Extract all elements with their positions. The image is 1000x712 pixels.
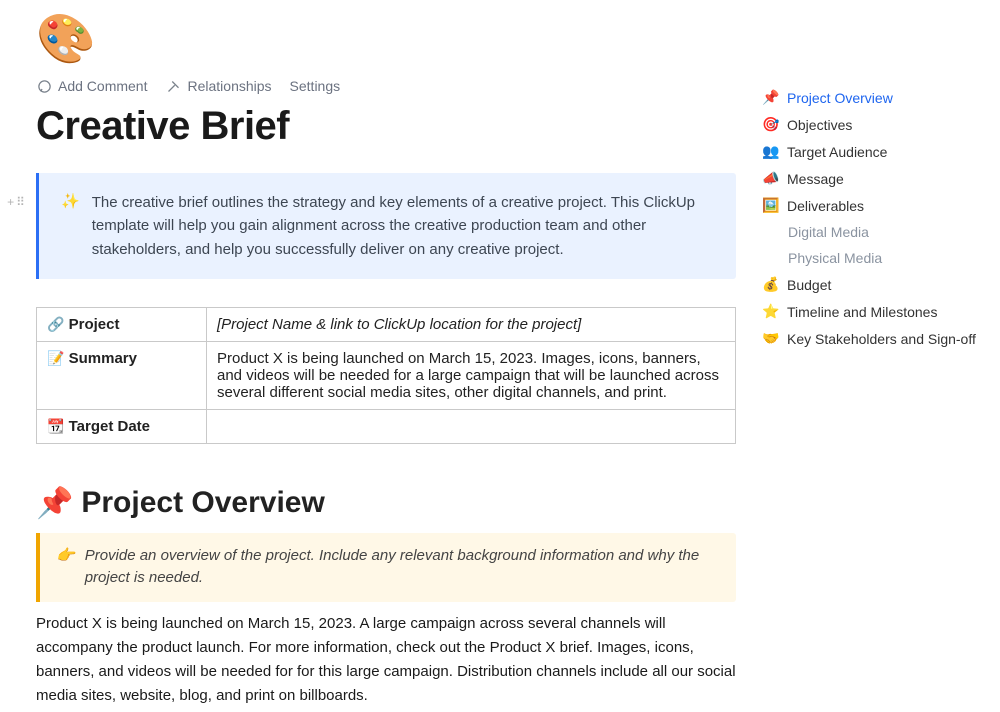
page-title[interactable]: Creative Brief bbox=[36, 104, 736, 149]
settings-label: Settings bbox=[290, 78, 341, 94]
add-block-icon[interactable]: + bbox=[7, 195, 14, 209]
table-of-contents: 📌 Project Overview 🎯 Objectives 👥 Target Audi… bbox=[762, 84, 992, 352]
add-comment-label: Add Comment bbox=[58, 78, 147, 94]
cell-target-date-label[interactable]: 📆 Target Date bbox=[37, 409, 207, 443]
toc-item-icon: 💰 bbox=[762, 276, 780, 293]
relationships-label: Relationships bbox=[187, 78, 271, 94]
cell-target-date-value[interactable] bbox=[207, 409, 736, 443]
overview-heading-text: Project Overview bbox=[81, 486, 324, 520]
toc-item-icon: 🎯 bbox=[762, 116, 780, 133]
cell-project-value[interactable]: [Project Name & link to ClickUp location… bbox=[207, 307, 736, 341]
project-placeholder: [Project Name & link to ClickUp location… bbox=[217, 316, 581, 333]
toc-item-label: Budget bbox=[787, 277, 831, 293]
document-main: 🎨 Add Comment Relationships Settings Cre… bbox=[36, 10, 736, 708]
relationships-button[interactable]: Relationships bbox=[165, 78, 271, 94]
toc-item-label: Target Audience bbox=[787, 144, 887, 160]
project-label: Project bbox=[69, 316, 120, 333]
toc-item-label: Physical Media bbox=[788, 250, 882, 266]
toc-item-icon: 🖼️ bbox=[762, 197, 780, 214]
toc-item-icon: 📣 bbox=[762, 170, 780, 187]
toc-item-label: Key Stakeholders and Sign-off bbox=[787, 331, 976, 347]
toc-item-label: Deliverables bbox=[787, 198, 864, 214]
toc-item[interactable]: 📣 Message bbox=[762, 165, 992, 192]
toc-item-label: Digital Media bbox=[788, 224, 869, 240]
toc-item[interactable]: 🤝 Key Stakeholders and Sign-off bbox=[762, 325, 992, 352]
overview-heading[interactable]: 📌 Project Overview bbox=[36, 486, 736, 521]
link-icon: 🔗 bbox=[47, 316, 64, 332]
pushpin-icon: 📌 bbox=[36, 486, 73, 521]
target-date-label: Target Date bbox=[69, 418, 150, 435]
toc-item[interactable]: 🎯 Objectives bbox=[762, 111, 992, 138]
toc-item[interactable]: 📌 Project Overview bbox=[762, 84, 992, 111]
intro-callout[interactable]: ✨ The creative brief outlines the strate… bbox=[36, 173, 736, 279]
block-gutter[interactable]: + ⠿ bbox=[0, 195, 32, 209]
toc-item[interactable]: 💰 Budget bbox=[762, 271, 992, 298]
toc-item[interactable]: Physical Media bbox=[762, 245, 992, 271]
overview-help-callout[interactable]: 👉 Provide an overview of the project. In… bbox=[36, 533, 736, 602]
toc-item-label: Message bbox=[787, 171, 844, 187]
page-toolbar: Add Comment Relationships Settings bbox=[36, 78, 736, 94]
toc-item-icon: 🤝 bbox=[762, 330, 780, 347]
toc-item-label: Objectives bbox=[787, 117, 852, 133]
settings-button[interactable]: Settings bbox=[290, 78, 341, 94]
table-row[interactable]: 🔗 Project [Project Name & link to ClickU… bbox=[37, 307, 736, 341]
toc-item-icon: 📌 bbox=[762, 89, 780, 106]
toc-item[interactable]: 👥 Target Audience bbox=[762, 138, 992, 165]
sparkle-icon: ✨ bbox=[61, 192, 80, 261]
page-icon[interactable]: 🎨 bbox=[36, 16, 736, 64]
toc-item[interactable]: Digital Media bbox=[762, 219, 992, 245]
add-comment-button[interactable]: Add Comment bbox=[36, 78, 147, 94]
cell-summary-value[interactable]: Product X is being launched on March 15,… bbox=[207, 341, 736, 409]
info-table[interactable]: 🔗 Project [Project Name & link to ClickU… bbox=[36, 307, 736, 444]
drag-handle-icon[interactable]: ⠿ bbox=[16, 195, 25, 209]
toc-item-label: Timeline and Milestones bbox=[787, 304, 937, 320]
pointer-icon: 👉 bbox=[56, 545, 75, 590]
summary-label: Summary bbox=[69, 350, 137, 367]
toc-item-label: Project Overview bbox=[787, 90, 893, 106]
toc-item[interactable]: 🖼️ Deliverables bbox=[762, 192, 992, 219]
toc-item[interactable]: ⭐ Timeline and Milestones bbox=[762, 298, 992, 325]
table-row[interactable]: 📆 Target Date bbox=[37, 409, 736, 443]
cell-summary-label[interactable]: 📝 Summary bbox=[37, 341, 207, 409]
overview-body[interactable]: Product X is being launched on March 15,… bbox=[36, 612, 736, 708]
toc-item-icon: ⭐ bbox=[762, 303, 780, 320]
summary-text: Product X is being launched on March 15,… bbox=[217, 350, 719, 401]
table-row[interactable]: 📝 Summary Product X is being launched on… bbox=[37, 341, 736, 409]
memo-icon: 📝 bbox=[47, 350, 64, 366]
cell-project-label[interactable]: 🔗 Project bbox=[37, 307, 207, 341]
overview-help-text: Provide an overview of the project. Incl… bbox=[85, 545, 720, 590]
comment-icon bbox=[36, 78, 52, 94]
intro-callout-text: The creative brief outlines the strategy… bbox=[92, 191, 714, 261]
relationships-icon bbox=[165, 78, 181, 94]
calendar-icon: 📆 bbox=[47, 418, 64, 434]
toc-item-icon: 👥 bbox=[762, 143, 780, 160]
